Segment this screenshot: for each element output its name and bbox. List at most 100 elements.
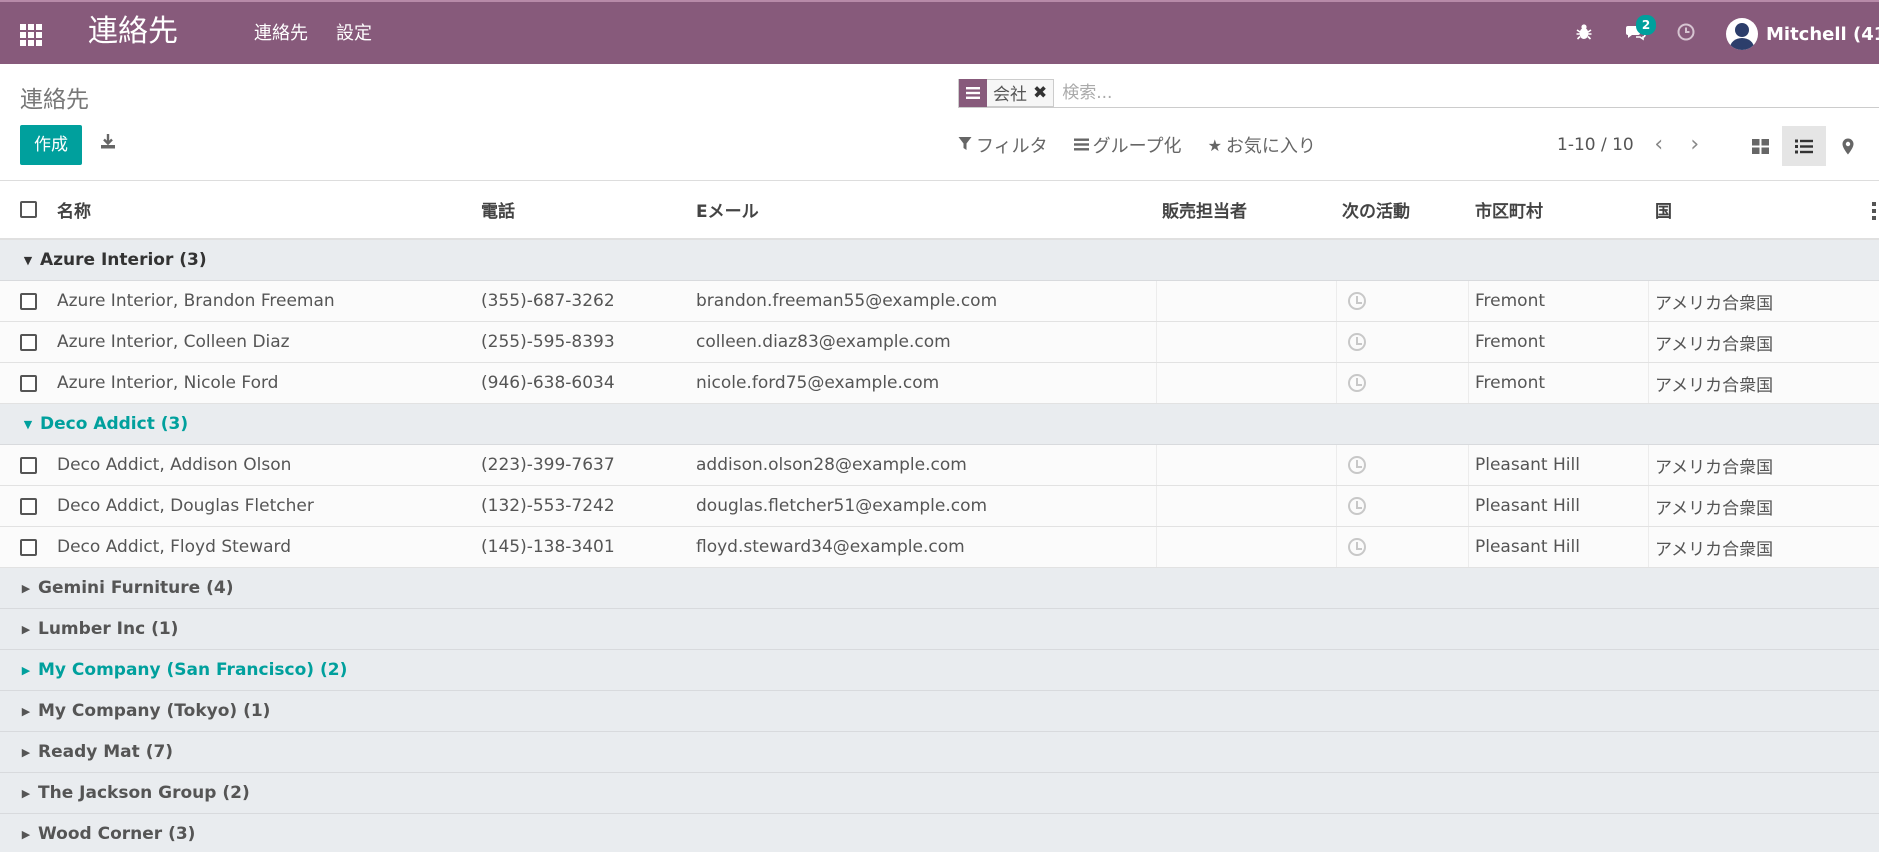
group-label: Wood Corner (3) bbox=[38, 824, 196, 844]
column-header-email[interactable]: Eメール bbox=[696, 181, 759, 238]
cell-city: Pleasant Hill bbox=[1475, 496, 1580, 516]
filter-label: フィルタ bbox=[976, 136, 1048, 157]
cell-name: Azure Interior, Nicole Ford bbox=[57, 373, 279, 393]
cell-email: brandon.freeman55@example.com bbox=[696, 291, 998, 311]
group-row[interactable]: ▶ Wood Corner (3) bbox=[0, 814, 1879, 852]
filter-dropdown[interactable]: フィルタ bbox=[958, 132, 1048, 158]
group-row[interactable]: ▶ Gemini Furniture (4) bbox=[0, 568, 1879, 609]
group-by-dropdown[interactable]: グループ化 bbox=[1073, 132, 1182, 158]
messages-icon[interactable]: 2 bbox=[1622, 14, 1656, 46]
group-row[interactable]: ▶ Lumber Inc (1) bbox=[0, 609, 1879, 650]
cell-phone: (145)-138-3401 bbox=[481, 537, 615, 557]
facet-remove-icon[interactable]: ✖ bbox=[1033, 83, 1053, 103]
group-row[interactable]: ▶ My Company (Tokyo) (1) bbox=[0, 691, 1879, 732]
activity-clock-icon[interactable] bbox=[1672, 23, 1700, 46]
row-checkbox[interactable] bbox=[20, 538, 37, 556]
create-button[interactable]: 作成 bbox=[20, 125, 82, 165]
cell-country: アメリカ合衆国 bbox=[1655, 498, 1774, 519]
download-icon[interactable] bbox=[96, 132, 120, 156]
activity-clock-icon[interactable] bbox=[1348, 292, 1366, 310]
cell-phone: (946)-638-6034 bbox=[481, 373, 615, 393]
table-row[interactable]: Azure Interior, Nicole Ford (946)-638-60… bbox=[0, 363, 1879, 404]
row-checkbox[interactable] bbox=[20, 333, 37, 351]
map-view-icon[interactable] bbox=[1826, 126, 1870, 166]
table-row[interactable]: Azure Interior, Brandon Freeman (355)-68… bbox=[0, 281, 1879, 322]
column-header-next-activity[interactable]: 次の活動 bbox=[1342, 181, 1410, 238]
pager-previous-icon[interactable]: ‹ bbox=[1648, 132, 1670, 157]
filter-funnel-icon bbox=[958, 136, 972, 155]
table-row[interactable]: Azure Interior, Colleen Diaz (255)-595-8… bbox=[0, 322, 1879, 363]
favorites-label: お気に入り bbox=[1225, 136, 1316, 157]
table-row[interactable]: Deco Addict, Douglas Fletcher (132)-553-… bbox=[0, 486, 1879, 527]
user-avatar[interactable] bbox=[1726, 18, 1758, 50]
cell-name: Deco Addict, Douglas Fletcher bbox=[57, 496, 314, 516]
group-row[interactable]: ▼ Deco Addict (3) bbox=[0, 404, 1879, 445]
row-checkbox[interactable] bbox=[20, 374, 37, 392]
view-switcher bbox=[1738, 126, 1879, 166]
table-row[interactable]: Deco Addict, Floyd Steward (145)-138-340… bbox=[0, 527, 1879, 568]
caret-right-icon: ▶ bbox=[21, 622, 31, 636]
cell-country: アメリカ合衆国 bbox=[1655, 375, 1774, 396]
column-header-city[interactable]: 市区町村 bbox=[1475, 181, 1543, 238]
activity-clock-icon[interactable] bbox=[1348, 497, 1366, 515]
cell-email: nicole.ford75@example.com bbox=[696, 373, 940, 393]
caret-right-icon: ▶ bbox=[21, 827, 31, 841]
cell-phone: (223)-399-7637 bbox=[481, 455, 615, 475]
activity-clock-icon[interactable] bbox=[1348, 374, 1366, 392]
search-bar: 会社 ✖ bbox=[958, 78, 1879, 108]
optional-columns-icon[interactable] bbox=[1872, 202, 1876, 220]
row-checkbox[interactable] bbox=[20, 497, 37, 515]
list-header: 名称 電話 Eメール 販売担当者 次の活動 市区町村 国 bbox=[0, 180, 1879, 240]
column-header-name[interactable]: 名称 bbox=[57, 181, 91, 238]
top-navbar: 連絡先 連絡先 設定 2 Mitchell (414e bbox=[0, 0, 1879, 64]
group-label: My Company (Tokyo) (1) bbox=[38, 701, 271, 721]
kanban-view-icon[interactable] bbox=[1738, 126, 1782, 166]
favorites-dropdown[interactable]: ★ お気に入り bbox=[1208, 132, 1316, 158]
systray: 2 Mitchell (414e bbox=[1570, 14, 1879, 52]
cell-city: Pleasant Hill bbox=[1475, 537, 1580, 557]
select-all-checkbox[interactable] bbox=[20, 201, 37, 218]
row-checkbox[interactable] bbox=[20, 456, 37, 474]
app-title: 連絡先 bbox=[88, 14, 178, 49]
cell-name: Deco Addict, Addison Olson bbox=[57, 455, 292, 475]
cell-country: アメリカ合衆国 bbox=[1655, 457, 1774, 478]
activity-clock-icon[interactable] bbox=[1348, 456, 1366, 474]
cell-phone: (132)-553-7242 bbox=[481, 496, 615, 516]
search-facet-label: 会社 bbox=[993, 85, 1027, 105]
group-row[interactable]: ▶ My Company (San Francisco) (2) bbox=[0, 650, 1879, 691]
apps-menu-icon[interactable] bbox=[20, 24, 44, 46]
activity-clock-icon[interactable] bbox=[1348, 333, 1366, 351]
search-options: フィルタ グループ化 ★ お気に入り bbox=[958, 132, 1316, 158]
group-label: Ready Mat (7) bbox=[38, 742, 174, 762]
menu-item-settings[interactable]: 設定 bbox=[336, 22, 372, 46]
row-checkbox[interactable] bbox=[20, 292, 37, 310]
cell-city: Pleasant Hill bbox=[1475, 455, 1580, 475]
column-header-salesperson[interactable]: 販売担当者 bbox=[1162, 181, 1247, 238]
activity-clock-icon[interactable] bbox=[1348, 538, 1366, 556]
breadcrumb: 連絡先 bbox=[20, 87, 89, 113]
pager-value[interactable]: 1-10 / 10 bbox=[1557, 135, 1634, 155]
cell-country: アメリカ合衆国 bbox=[1655, 539, 1774, 560]
caret-down-icon: ▼ bbox=[23, 417, 33, 431]
column-header-country[interactable]: 国 bbox=[1655, 181, 1672, 238]
group-row[interactable]: ▼ Azure Interior (3) bbox=[0, 240, 1879, 281]
list-view-icon[interactable] bbox=[1782, 126, 1826, 166]
column-header-phone[interactable]: 電話 bbox=[481, 181, 515, 238]
menu-item-contacts[interactable]: 連絡先 bbox=[254, 22, 308, 46]
activity-view-icon[interactable] bbox=[1870, 126, 1879, 166]
group-label: Gemini Furniture (4) bbox=[38, 578, 234, 598]
search-input[interactable] bbox=[1062, 82, 1563, 103]
table-row[interactable]: Deco Addict, Addison Olson (223)-399-763… bbox=[0, 445, 1879, 486]
pager-next-icon[interactable]: › bbox=[1684, 132, 1706, 157]
cell-name: Azure Interior, Brandon Freeman bbox=[57, 291, 335, 311]
cell-country: アメリカ合衆国 bbox=[1655, 334, 1774, 355]
cell-phone: (355)-687-3262 bbox=[481, 291, 615, 311]
debug-bug-icon[interactable] bbox=[1570, 23, 1598, 46]
group-by-bars-icon bbox=[1073, 136, 1089, 155]
group-row[interactable]: ▶ Ready Mat (7) bbox=[0, 732, 1879, 773]
group-row[interactable]: ▶ The Jackson Group (2) bbox=[0, 773, 1879, 814]
user-menu[interactable]: Mitchell (414e bbox=[1766, 24, 1879, 45]
group-by-facet-icon bbox=[959, 78, 987, 107]
cell-email: colleen.diaz83@example.com bbox=[696, 332, 951, 352]
group-label: Deco Addict (3) bbox=[40, 414, 189, 434]
